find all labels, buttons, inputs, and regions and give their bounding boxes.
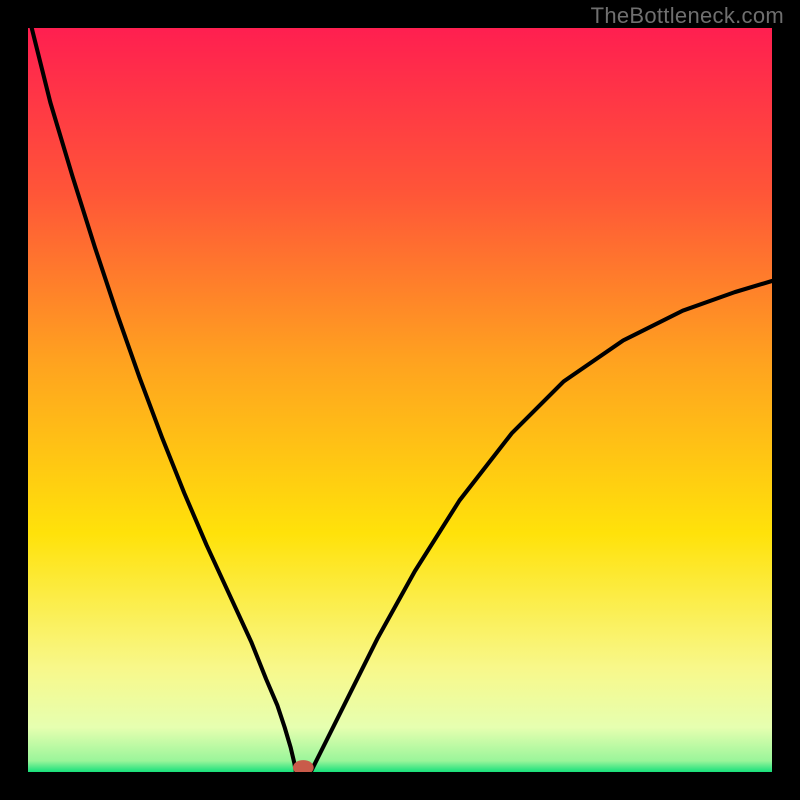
chart-frame: TheBottleneck.com: [0, 0, 800, 800]
watermark-text: TheBottleneck.com: [591, 3, 784, 29]
gradient-background: [28, 28, 772, 772]
bottleneck-chart: [28, 28, 772, 772]
